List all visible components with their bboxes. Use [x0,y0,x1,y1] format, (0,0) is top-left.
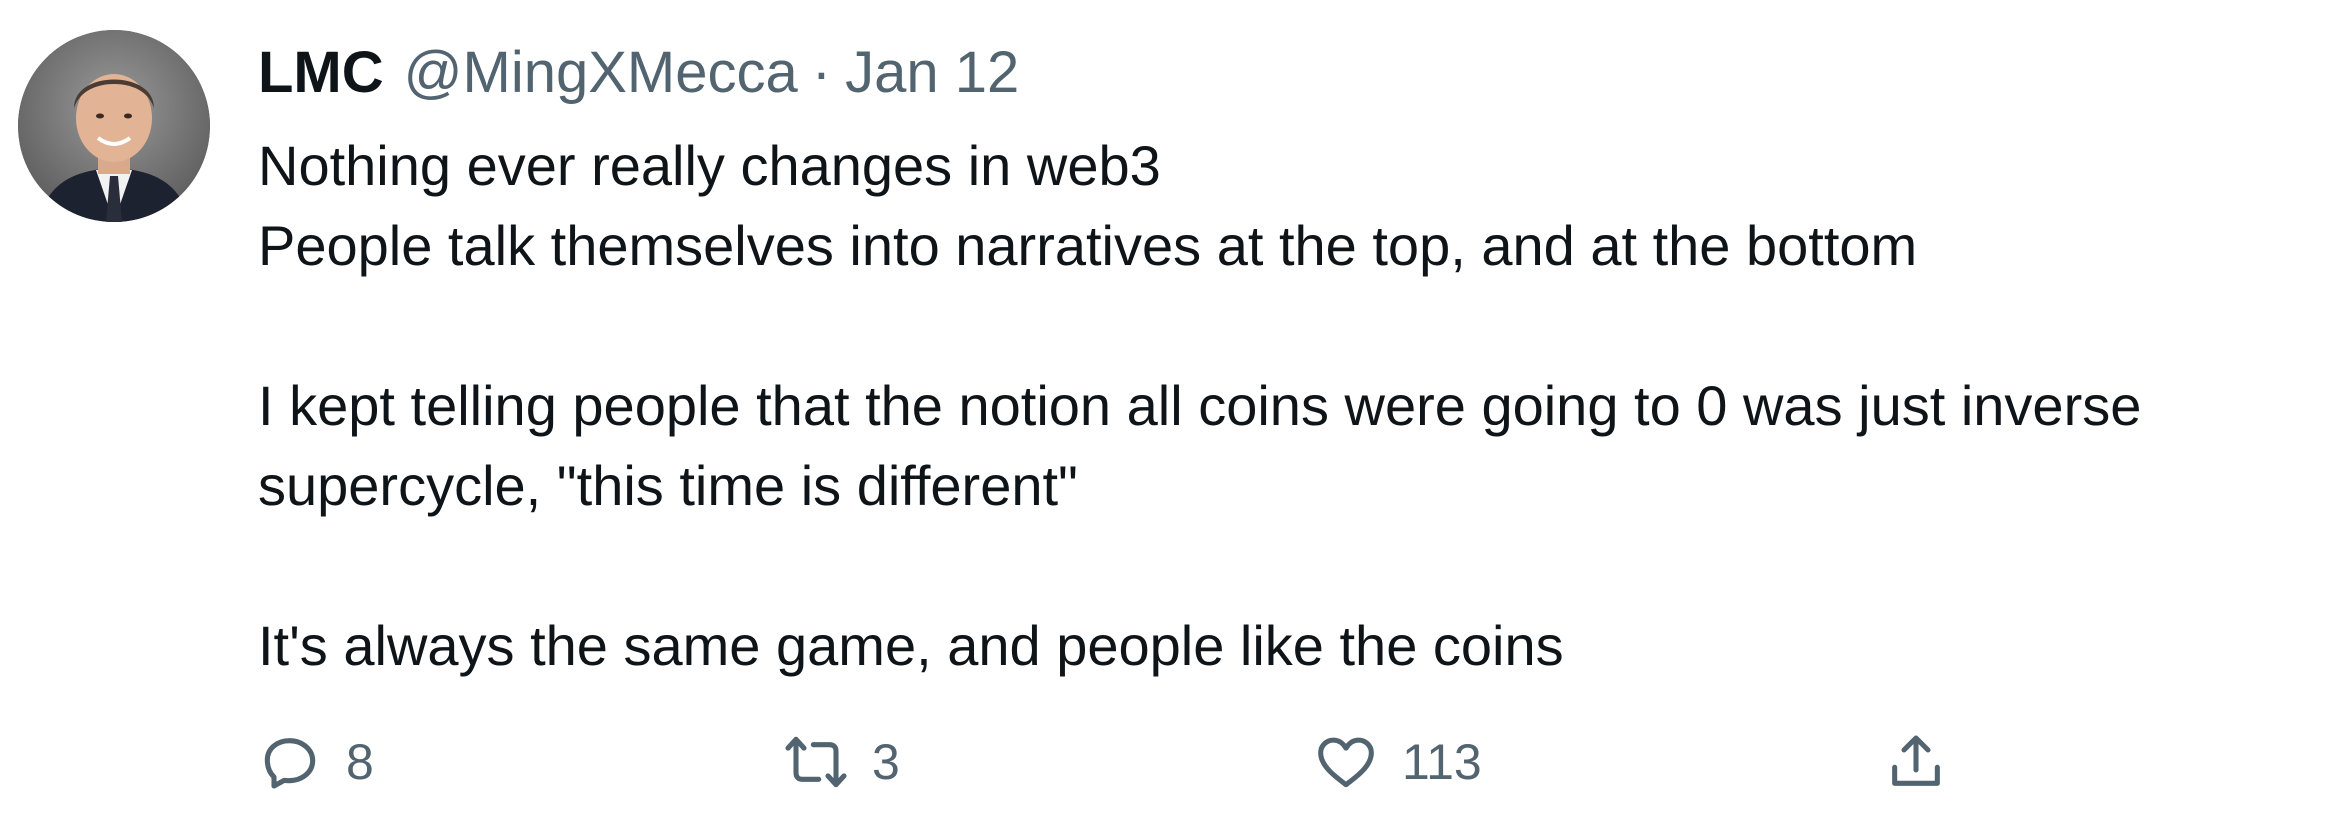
tweet-line: People talk themselves into narratives a… [258,214,1918,277]
action-bar: 8 3 113 [258,730,2018,794]
tweet-line-gap [258,286,2338,366]
retweet-icon [785,736,847,788]
avatar-photo [18,30,210,222]
retweet-button[interactable]: 3 [784,730,900,794]
tweet-line-gap [258,526,2338,606]
tweet: LMC @MingXMecca · Jan 12 Nothing ever re… [0,0,2352,828]
avatar[interactable] [18,30,210,222]
reply-count: 8 [346,734,374,790]
retweet-count: 3 [872,734,900,790]
heart-icon [1318,737,1374,788]
tweet-line: I kept telling people that the notion al… [258,374,2142,437]
reply-button[interactable]: 8 [258,730,374,794]
like-button[interactable]: 113 [1314,730,1482,794]
display-name[interactable]: LMC [258,39,384,106]
user-handle[interactable]: @MingXMecca [404,39,798,106]
reply-icon [264,738,316,789]
share-button[interactable] [1884,730,1948,794]
tweet-line: Nothing ever really changes in web3 [258,134,1161,197]
separator: · [811,39,832,105]
tweet-text: Nothing ever really changes in web3 Peop… [258,126,2338,686]
like-count: 113 [1402,734,1482,790]
share-icon [1892,735,1940,786]
tweet-line: It's always the same game, and people li… [258,614,1564,677]
tweet-date[interactable]: Jan 12 [845,39,1019,106]
tweet-header: LMC @MingXMecca · Jan 12 [258,36,1019,108]
tweet-line: supercycle, "this time is different" [258,454,1078,517]
